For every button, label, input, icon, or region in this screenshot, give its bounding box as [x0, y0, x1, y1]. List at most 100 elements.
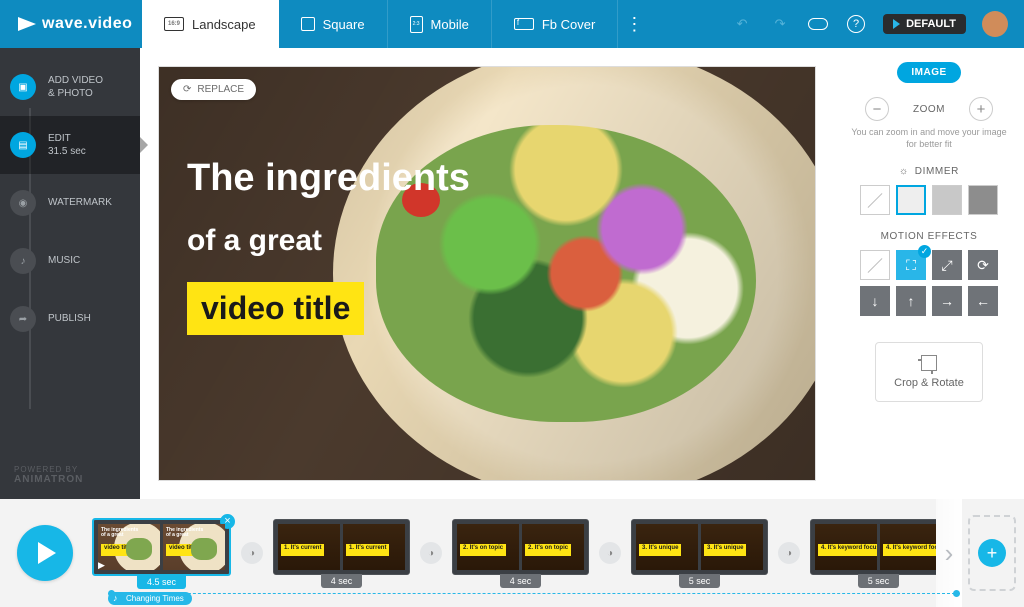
replace-label: REPLACE [197, 84, 244, 95]
tab-fbcover[interactable]: f Fb Cover [492, 0, 618, 48]
aspect-tabs: 16:9 Landscape Square 2:3 Mobile f Fb Co… [142, 0, 650, 48]
motion-zoom-random[interactable]: ⛶ [896, 250, 926, 280]
zoom-out-button[interactable]: − [865, 97, 889, 121]
clip-3[interactable]: 2. It's on topic2. It's on topic4 sec [452, 519, 589, 588]
clip-thumb-b: 3. It's unique [701, 524, 763, 570]
music-note-icon: ♪ [10, 248, 36, 274]
logo[interactable]: wave.video [0, 15, 140, 33]
clip-duration: 4 sec [321, 574, 363, 588]
timeline: ×The ingredients of a greatvideo titleTh… [0, 499, 1024, 607]
motion-rotate[interactable]: ⟳ [968, 250, 998, 280]
sidebar-item-sublabel: 31.5 sec [48, 146, 86, 158]
topbar: wave.video 16:9 Landscape Square 2:3 Mob… [0, 0, 1024, 48]
zoom-hint: You can zoom in and move your image for … [844, 127, 1014, 150]
clip-body: 2. It's on topic2. It's on topic [452, 519, 589, 575]
tab-mobile[interactable]: 2:3 Mobile [388, 0, 492, 48]
clip-body: The ingredients of a greatvideo titleThe… [92, 518, 231, 576]
crop-rotate-button[interactable]: Crop & Rotate [875, 342, 983, 402]
add-media-icon: ▣ [10, 74, 36, 100]
ratio-1-1-icon [301, 17, 315, 31]
clips-strip: ×The ingredients of a greatvideo titleTh… [90, 499, 936, 607]
clip-4[interactable]: 3. It's unique3. It's unique5 sec [631, 519, 768, 588]
clip-2[interactable]: 1. It's current1. It's current4 sec [273, 519, 410, 588]
motion-pan-left[interactable]: ← [968, 286, 998, 316]
zoom-label: ZOOM [913, 104, 945, 115]
tab-more-button[interactable]: ⋮ [618, 0, 650, 48]
undo-icon[interactable]: ↶ [731, 13, 753, 35]
clip-thumb-b: 2. It's on topic [522, 524, 584, 570]
clip-duration: 4 sec [500, 574, 542, 588]
motion-pan-up[interactable]: ↑ [896, 286, 926, 316]
zoom-in-button[interactable]: + [969, 97, 993, 121]
motion-none[interactable] [860, 250, 890, 280]
sidebar-item-add-media[interactable]: ▣ ADD VIDEO & PHOTO [0, 48, 140, 116]
powered-by: POWERED BY ANIMATRON [0, 451, 140, 499]
tab-label: Fb Cover [542, 17, 595, 32]
tab-landscape[interactable]: 16:9 Landscape [142, 0, 279, 48]
motion-label: MOTION EFFECTS [881, 231, 978, 242]
clip-body: 1. It's current1. It's current [273, 519, 410, 575]
sidebar-item-label: EDIT [48, 133, 86, 145]
user-avatar[interactable] [982, 11, 1008, 37]
clip-thumb-a: 2. It's on topic [457, 524, 519, 570]
tab-label: Square [323, 17, 365, 32]
zoom-controls: − ZOOM + [865, 97, 993, 121]
play-button[interactable] [17, 525, 73, 581]
image-mode-button[interactable]: IMAGE [897, 62, 960, 83]
tab-label: Landscape [192, 17, 256, 32]
ratio-16-9-icon: 16:9 [164, 17, 184, 31]
sidebar-item-sublabel: & PHOTO [48, 88, 103, 100]
transition-button[interactable]: ◑ [778, 542, 800, 564]
transition-button[interactable]: ◑ [599, 542, 621, 564]
add-scene-button[interactable]: + [968, 515, 1016, 591]
sidebar-item-music[interactable]: ♪ MUSIC [0, 232, 140, 290]
clip-thumb-a: 4. It's keyword focused [815, 524, 877, 570]
motion-pan-down[interactable]: ↓ [860, 286, 890, 316]
dimmer-none[interactable] [860, 185, 890, 215]
tab-label: Mobile [431, 17, 469, 32]
sidebar-item-watermark[interactable]: ◉ WATERMARK [0, 174, 140, 232]
plus-icon: + [978, 539, 1006, 567]
canvas[interactable]: ⟳ REPLACE The ingredients of a great vid… [158, 66, 816, 481]
clip-thumb-a: 3. It's unique [636, 524, 698, 570]
clip-1[interactable]: ×The ingredients of a greatvideo titleTh… [92, 518, 231, 589]
motion-zoom-in[interactable]: ⤢ [932, 250, 962, 280]
tab-square[interactable]: Square [279, 0, 388, 48]
dimmer-icon: ☼ [899, 166, 909, 177]
transition-button[interactable]: ◑ [241, 542, 263, 564]
dimmer-medium[interactable] [932, 185, 962, 215]
inspector: IMAGE − ZOOM + You can zoom in and move … [834, 48, 1024, 499]
dimmer-dark[interactable] [968, 185, 998, 215]
ratio-fb-icon: f [514, 18, 534, 30]
clip-5[interactable]: 4. It's keyword focused4. It's keyword f… [810, 519, 936, 588]
clip-body: 4. It's keyword focused4. It's keyword f… [810, 519, 936, 575]
redo-icon[interactable]: ↷ [769, 13, 791, 35]
motion-pan-right[interactable]: → [932, 286, 962, 316]
music-label: Changing Times [108, 592, 192, 605]
crop-label: Crop & Rotate [894, 377, 964, 389]
text-highlight: video title [187, 282, 364, 335]
clip-body: 3. It's unique3. It's unique [631, 519, 768, 575]
clip-duration: 5 sec [679, 574, 721, 588]
logo-mark-icon [18, 17, 36, 31]
crop-icon [921, 355, 937, 371]
publish-default-button[interactable]: DEFAULT [883, 14, 966, 34]
clip-icon: ▤ [10, 132, 36, 158]
ratio-2-3-icon: 2:3 [410, 16, 423, 33]
sidebar-item-label: ADD VIDEO [48, 75, 103, 87]
sidebar-item-edit[interactable]: ▤ EDIT 31.5 sec [0, 116, 140, 174]
publish-label: DEFAULT [906, 18, 956, 30]
sidebar-item-publish[interactable]: ➦ PUBLISH [0, 290, 140, 348]
replace-media-button[interactable]: ⟳ REPLACE [171, 79, 256, 100]
music-end-handle[interactable] [953, 590, 960, 597]
text-line-1: The ingredients [187, 157, 470, 200]
top-actions: ↶ ↷ ? DEFAULT [731, 11, 1024, 37]
cloud-sync-icon[interactable] [807, 13, 829, 35]
sidebar-item-label: MUSIC [48, 255, 80, 267]
dimmer-light[interactable] [896, 185, 926, 215]
transition-button[interactable]: ◑ [420, 542, 442, 564]
canvas-text[interactable]: The ingredients of a great video title [187, 157, 470, 335]
dimmer-label: ☼ DIMMER [899, 166, 959, 177]
help-icon[interactable]: ? [845, 13, 867, 35]
music-track[interactable]: Changing Times [108, 593, 960, 605]
